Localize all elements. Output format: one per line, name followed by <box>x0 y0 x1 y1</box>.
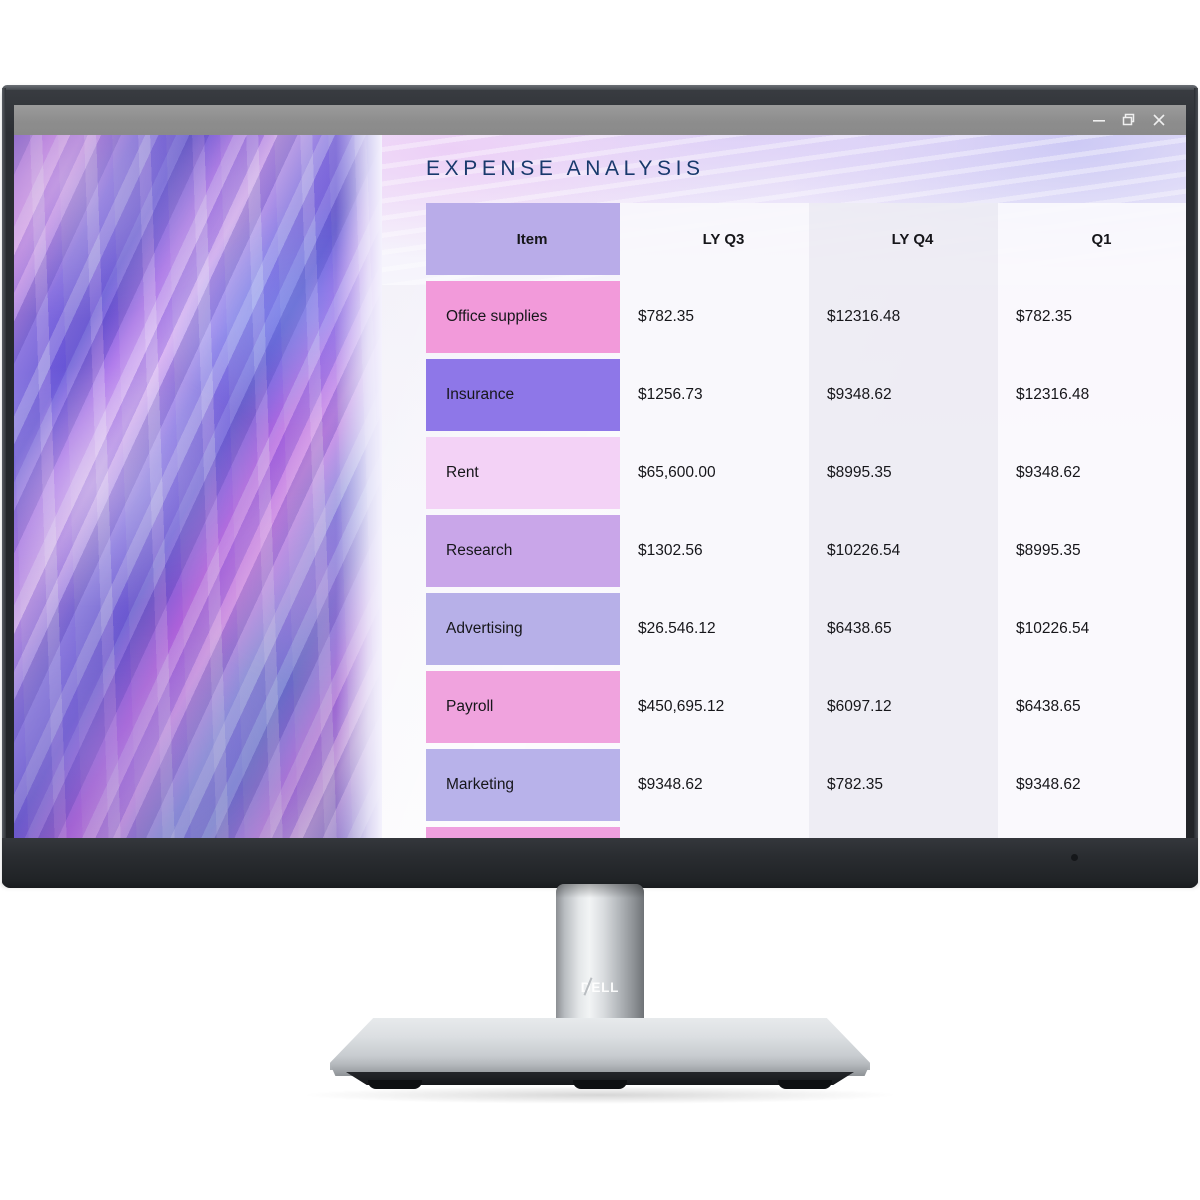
cell-ly-q4[interactable]: $782.35 <box>809 749 998 821</box>
table-row[interactable]: Marketing $9348.62 $782.35 $9348.62 <box>426 749 1186 821</box>
cell-ly-q4[interactable]: $1256.73 <box>809 827 998 838</box>
window-body: EXPENSE ANALYSIS Item LY Q3 LY Q4 Q1 Off… <box>14 135 1186 838</box>
cell-ly-q3[interactable]: $65,600.00 <box>620 437 809 509</box>
monitor-stand-neck: DELL <box>556 884 644 1032</box>
row-label-chip[interactable]: Payroll <box>426 671 620 743</box>
table-row[interactable]: Office supplies $782.35 $12316.48 $782.35 <box>426 281 1186 353</box>
cell-ly-q3[interactable]: $450,695.12 <box>620 671 809 743</box>
table-body: Office supplies $782.35 $12316.48 $782.35 In… <box>426 275 1186 838</box>
cell-ly-q4[interactable]: $6438.65 <box>809 593 998 665</box>
cell-q1[interactable]: $10226.54 <box>998 593 1186 665</box>
cell-ly-q3[interactable]: $26.546.12 <box>620 593 809 665</box>
page-title: EXPENSE ANALYSIS <box>426 157 705 180</box>
cell-ly-q4[interactable]: $6097.12 <box>809 671 998 743</box>
dell-brand-logo: DELL <box>580 980 620 995</box>
table-header-row: Item LY Q3 LY Q4 Q1 <box>426 203 1186 275</box>
minimize-icon[interactable] <box>1084 108 1114 132</box>
cell-ly-q4[interactable]: $8995.35 <box>809 437 998 509</box>
stand-drop-shadow <box>300 1086 900 1104</box>
column-header-ly-q3[interactable]: LY Q3 <box>620 203 809 275</box>
stand-neck-shadow <box>556 884 644 898</box>
cell-ly-q3[interactable]: $782.35 <box>620 281 809 353</box>
bezel-top-highlight <box>2 85 1198 90</box>
row-label-chip[interactable]: Office supplies <box>426 281 620 353</box>
cell-ly-q4[interactable]: $10226.54 <box>809 515 998 587</box>
row-label-chip[interactable]: Development <box>426 827 620 838</box>
expense-table: Item LY Q3 LY Q4 Q1 Office supplies $782.… <box>426 203 1186 838</box>
close-icon[interactable] <box>1144 108 1174 132</box>
cell-ly-q3[interactable]: $1302.56 <box>620 515 809 587</box>
wallpaper-abstract-waves <box>14 135 382 838</box>
row-label-chip[interactable]: Advertising <box>426 593 620 665</box>
column-header-ly-q4[interactable]: LY Q4 <box>809 203 998 275</box>
cell-ly-q3[interactable]: $1256.73 <box>620 359 809 431</box>
cell-q1[interactable]: $12316.48 <box>998 359 1186 431</box>
table-row[interactable]: Payroll $450,695.12 $6097.12 $6438.65 <box>426 671 1186 743</box>
monitor-screen: EXPENSE ANALYSIS Item LY Q3 LY Q4 Q1 Off… <box>14 105 1186 838</box>
bezel-left-highlight <box>2 88 6 858</box>
table-row[interactable]: Development$8995.35$1256.73$8995.35 <box>426 827 1186 838</box>
table-row[interactable]: Advertising $26.546.12 $6438.65 $10226.54 <box>426 593 1186 665</box>
cell-q1[interactable]: $782.35 <box>998 281 1186 353</box>
row-label-chip[interactable]: Marketing <box>426 749 620 821</box>
cell-ly-q3[interactable]: $8995.35 <box>620 827 809 838</box>
table-row[interactable]: Rent $65,600.00 $8995.35 $9348.62 <box>426 437 1186 509</box>
wallpaper-shading <box>14 135 382 838</box>
row-label-chip[interactable]: Insurance <box>426 359 620 431</box>
cell-q1[interactable]: $8995.35 <box>998 515 1186 587</box>
stand-base-top <box>330 1018 870 1070</box>
document-panel: EXPENSE ANALYSIS Item LY Q3 LY Q4 Q1 Off… <box>382 135 1186 838</box>
cell-ly-q4[interactable]: $9348.62 <box>809 359 998 431</box>
monitor-bottom-chin <box>2 838 1198 888</box>
row-label-chip[interactable]: Rent <box>426 437 620 509</box>
bezel-right-highlight <box>1194 88 1198 858</box>
cell-q1[interactable]: $6438.65 <box>998 671 1186 743</box>
table-row[interactable]: Research $1302.56 $10226.54 $8995.35 <box>426 515 1186 587</box>
restore-icon[interactable] <box>1114 108 1144 132</box>
cell-q1[interactable]: $9348.62 <box>998 437 1186 509</box>
cell-q1[interactable]: $9348.62 <box>998 749 1186 821</box>
cell-q1[interactable]: $8995.35 <box>998 827 1186 838</box>
screenshot-stage: EXPENSE ANALYSIS Item LY Q3 LY Q4 Q1 Off… <box>0 0 1200 1200</box>
window-titlebar <box>14 105 1186 135</box>
wallpaper-edge-fade <box>336 135 382 838</box>
table-header: Item LY Q3 LY Q4 Q1 <box>426 203 1186 275</box>
monitor-stand-base <box>330 1018 870 1092</box>
power-led-icon <box>1071 854 1078 861</box>
cell-ly-q4[interactable]: $12316.48 <box>809 281 998 353</box>
column-header-q1[interactable]: Q1 <box>998 203 1186 275</box>
column-header-item[interactable]: Item <box>426 203 620 275</box>
cell-ly-q3[interactable]: $9348.62 <box>620 749 809 821</box>
row-label-chip[interactable]: Research <box>426 515 620 587</box>
table-row[interactable]: Insurance $1256.73 $9348.62 $12316.48 <box>426 359 1186 431</box>
